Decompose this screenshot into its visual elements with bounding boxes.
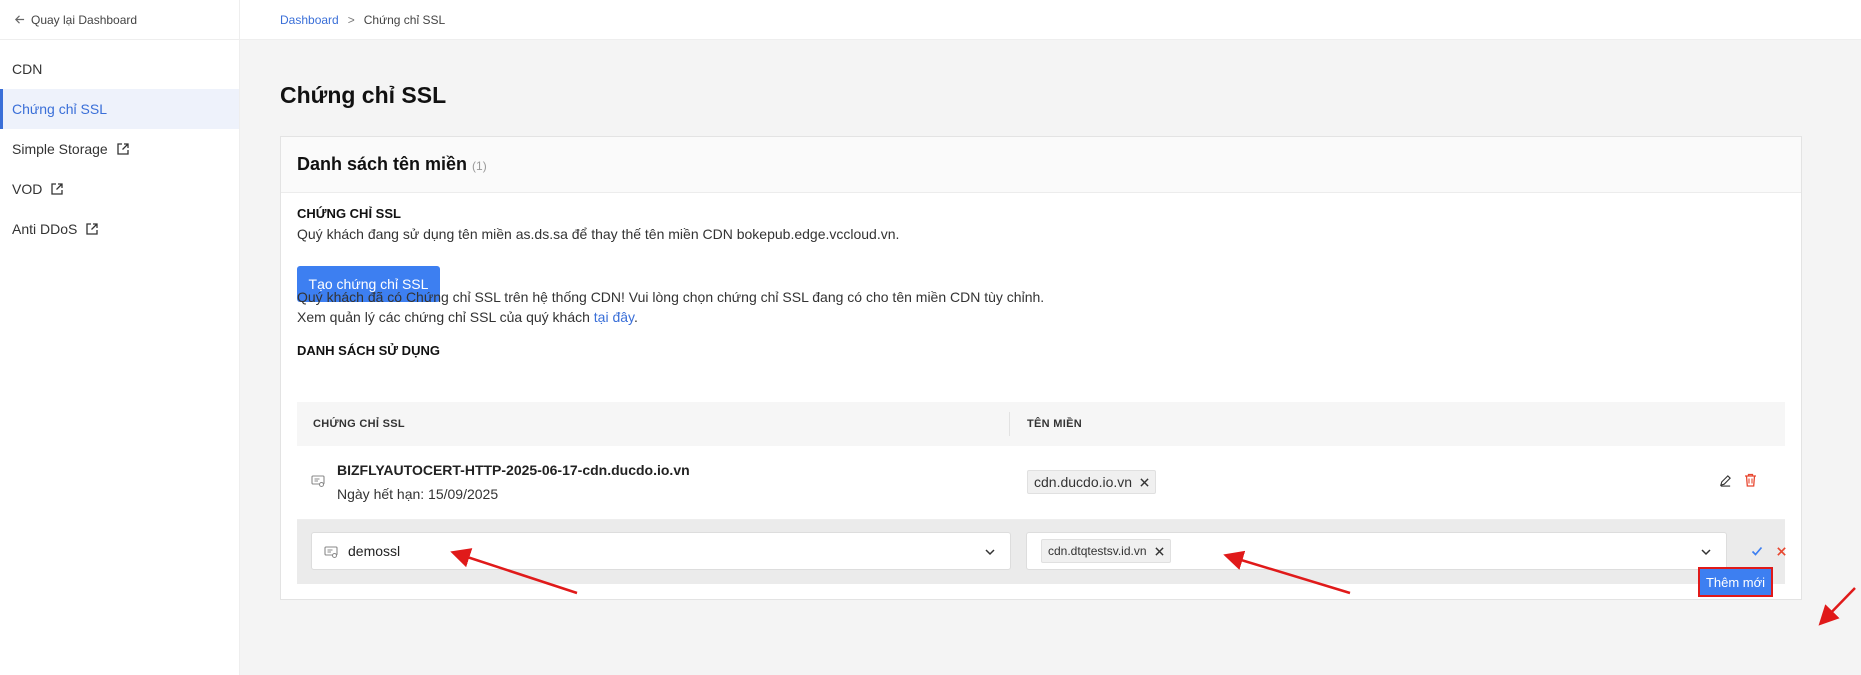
sidebar-item-simple-storage[interactable]: Simple Storage (0, 129, 239, 169)
add-new-button[interactable]: Thêm mới (1698, 567, 1773, 597)
sidebar-item-label: Anti DDoS (12, 221, 78, 237)
remove-tag-icon[interactable] (1140, 477, 1149, 487)
ssl-section-label: CHỨNG CHỈ SSL (297, 206, 401, 221)
sidebar-item-anti-ddos[interactable]: Anti DDoS (0, 209, 239, 249)
cert-select[interactable]: demossl (311, 532, 1011, 570)
sidebar: Quay lại Dashboard CDN Chứng chỉ SSL Sim… (0, 0, 240, 675)
confirm-check-icon[interactable] (1751, 544, 1763, 560)
sidebar-item-label: Chứng chỉ SSL (12, 101, 107, 117)
sidebar-item-ssl[interactable]: Chứng chỉ SSL (0, 89, 239, 129)
sidebar-item-cdn[interactable]: CDN (0, 49, 239, 89)
usage-list-label: DANH SÁCH SỬ DỤNG (297, 343, 440, 358)
main-content: Chứng chỉ SSL Danh sách tên miền (1) CHỨ… (240, 40, 1861, 675)
domain-list-card: Danh sách tên miền (1) CHỨNG CHỈ SSL Quý… (280, 136, 1802, 600)
info-text: Xem quản lý các chứng chỉ SSL của quý kh… (297, 309, 594, 325)
cert-name: BIZFLYAUTOCERT-HTTP-2025-06-17-cdn.ducdo… (337, 462, 690, 478)
domain-tag: cdn.ducdo.io.vn (1027, 470, 1157, 494)
delete-icon[interactable] (1744, 473, 1757, 490)
ssl-info-line1: Quý khách đã có Chứng chỉ SSL trên hệ th… (297, 289, 1045, 305)
cert-select-value: demossl (348, 543, 401, 559)
certificate-icon (311, 474, 325, 491)
chevron-down-icon (984, 545, 996, 561)
table-row-editing: demossl cdn.dtqtestsv.id.vn (297, 520, 1787, 584)
sidebar-item-label: Simple Storage (12, 141, 108, 157)
edit-icon[interactable] (1719, 474, 1732, 490)
table-header: CHỨNG CHỈ SSL TÊN MIỀN (297, 402, 1785, 446)
column-divider (1009, 412, 1010, 436)
domain-count: (1) (472, 158, 487, 173)
external-link-icon (50, 182, 64, 196)
ssl-description: Quý khách đang sử dụng tên miền as.ds.sa… (297, 226, 900, 242)
cert-expiry: Ngày hết hạn: 15/09/2025 (337, 486, 499, 502)
manage-ssl-link[interactable]: tại đây (594, 309, 634, 325)
remove-tag-icon[interactable] (1154, 546, 1164, 556)
back-link-label: Quay lại Dashboard (31, 12, 138, 27)
breadcrumb: Dashboard > Chứng chỉ SSL (240, 0, 1861, 40)
table-row: BIZFLYAUTOCERT-HTTP-2025-06-17-cdn.ducdo… (297, 446, 1785, 520)
column-header-cert: CHỨNG CHỈ SSL (313, 418, 405, 430)
page-title: Chứng chỉ SSL (280, 82, 447, 108)
ssl-info-line2: Xem quản lý các chứng chỉ SSL của quý kh… (297, 309, 638, 325)
cancel-x-icon[interactable] (1776, 544, 1787, 560)
breadcrumb-separator: > (347, 12, 355, 27)
external-link-icon (85, 222, 99, 236)
certificate-icon (324, 545, 338, 562)
chevron-down-icon (1700, 545, 1712, 561)
back-to-dashboard-link[interactable]: Quay lại Dashboard (0, 0, 239, 40)
arrow-left-icon (14, 15, 25, 24)
card-header: Danh sách tên miền (1) (281, 137, 1801, 193)
column-header-domain: TÊN MIỀN (1027, 418, 1082, 430)
card-title: Danh sách tên miền (297, 154, 468, 174)
sidebar-item-label: CDN (12, 61, 43, 77)
usage-table: CHỨNG CHỈ SSL TÊN MIỀN BIZFLYAUTOCERT-HT… (297, 402, 1787, 584)
sidebar-item-label: VOD (12, 181, 43, 197)
external-link-icon (116, 142, 130, 156)
domain-multiselect[interactable]: cdn.dtqtestsv.id.vn (1026, 532, 1727, 570)
breadcrumb-dashboard-link[interactable]: Dashboard (280, 13, 339, 27)
sidebar-item-vod[interactable]: VOD (0, 169, 239, 209)
domain-tag-label: cdn.dtqtestsv.id.vn (1048, 544, 1147, 558)
domain-tag-label: cdn.ducdo.io.vn (1034, 474, 1133, 490)
domain-tag: cdn.dtqtestsv.id.vn (1041, 539, 1171, 563)
info-text-suffix: . (634, 309, 638, 325)
breadcrumb-current: Chứng chỉ SSL (363, 12, 446, 27)
